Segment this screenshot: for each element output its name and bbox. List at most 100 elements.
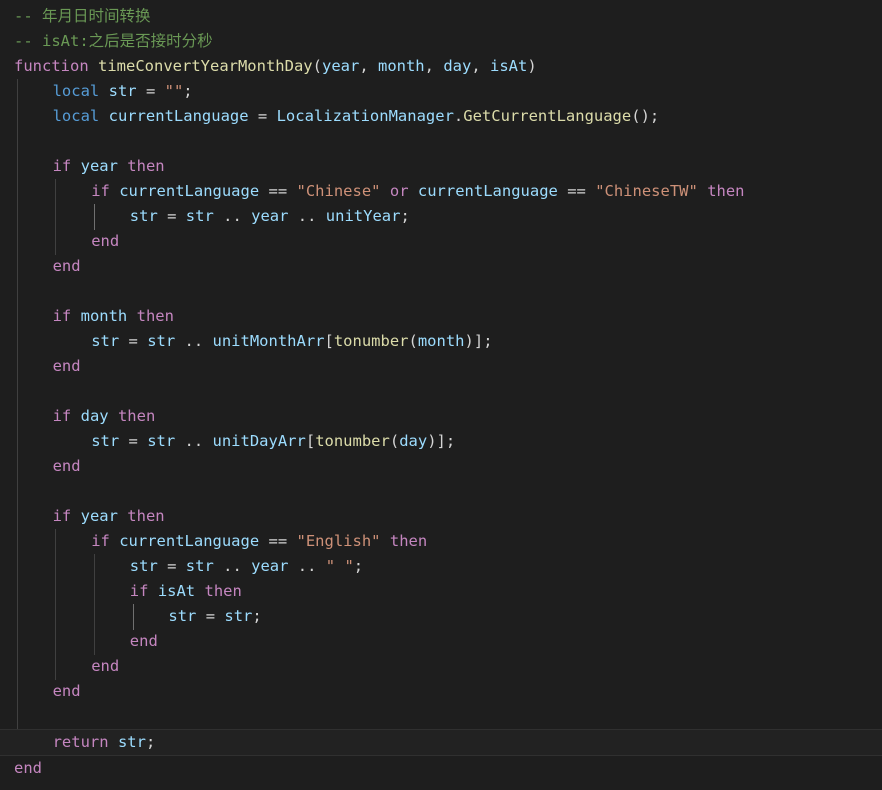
token-str: "Chinese" [296, 182, 381, 200]
code-line[interactable]: if day then [0, 404, 882, 429]
code-line[interactable]: str = str .. unitMonthArr[tonumber(month… [0, 329, 882, 354]
token-pun: [ [324, 332, 334, 350]
token-pun: () [631, 107, 650, 125]
code-line[interactable]: str = str .. unitDayArr[tonumber(day)]; [0, 429, 882, 454]
code-line[interactable]: -- isAt:之后是否接时分秒 [0, 29, 882, 54]
token-var: str [168, 607, 197, 625]
code-line[interactable]: if isAt then [0, 579, 882, 604]
token-str: "English" [296, 532, 381, 550]
token-op [71, 407, 80, 425]
token-kw: or [389, 182, 409, 200]
code-line[interactable]: str = str .. year .. unitYear; [0, 204, 882, 229]
code-editor[interactable]: -- 年月日时间转换 -- isAt:之后是否接时分秒 function timeC… [0, 0, 882, 790]
token-var: str [147, 332, 176, 350]
token-var: str [91, 332, 120, 350]
token-pun: ] [436, 432, 446, 450]
code-line[interactable]: local str = ""; [0, 79, 882, 104]
token-kw: then [389, 532, 428, 550]
code-line[interactable]: end [0, 229, 882, 254]
code-line[interactable]: end [0, 254, 882, 279]
token-str: "ChineseTW" [595, 182, 698, 200]
code-line[interactable]: end [0, 756, 882, 781]
code-line[interactable]: str = str; [0, 604, 882, 629]
code-line[interactable] [0, 279, 882, 304]
token-kw: end [52, 357, 81, 375]
token-var: day [399, 432, 428, 450]
code-line[interactable]: if year then [0, 504, 882, 529]
token-var: month [80, 307, 128, 325]
token-pun: ; [183, 82, 193, 100]
code-line[interactable]: end [0, 354, 882, 379]
code-line[interactable]: if month then [0, 304, 882, 329]
token-pun: , [471, 57, 490, 75]
token-op [698, 182, 707, 200]
code-line[interactable]: if currentLanguage == "English" then [0, 529, 882, 554]
token-op: = [136, 82, 165, 100]
token-pun: ( [312, 57, 322, 75]
token-kw: function [14, 57, 89, 75]
token-var: str [91, 432, 120, 450]
code-line[interactable]: function timeConvertYearMonthDay(year, m… [0, 54, 882, 79]
token-op: = [157, 557, 186, 575]
token-pun: ; [445, 432, 456, 450]
code-line[interactable] [0, 129, 882, 154]
token-kw: end [52, 682, 81, 700]
token-op: = [248, 107, 277, 125]
code-line[interactable]: end [0, 679, 882, 704]
token-fn: tonumber [333, 332, 409, 350]
token-pun: ; [483, 332, 493, 350]
token-op [99, 107, 108, 125]
token-var: str [147, 432, 176, 450]
token-pun: , [424, 57, 444, 75]
code-line[interactable]: end [0, 454, 882, 479]
token-kw: end [129, 632, 158, 650]
token-kw: end [52, 457, 81, 475]
code-line[interactable]: end [0, 654, 882, 679]
token-fn: GetCurrentLanguage [463, 107, 632, 125]
token-kw: if [52, 157, 72, 175]
token-kw: return [52, 733, 109, 751]
token-op [71, 307, 80, 325]
token-cmt: -- 年月日时间转换 [14, 7, 151, 25]
code-line[interactable] [0, 479, 882, 504]
token-op: = [157, 207, 186, 225]
token-fn: timeConvertYearMonthDay [98, 57, 313, 75]
token-pun: ; [252, 607, 262, 625]
token-var: currentLanguage [119, 182, 260, 200]
token-pun: . [453, 107, 464, 125]
token-var: str [117, 733, 146, 751]
token-var: str [129, 207, 158, 225]
code-line[interactable]: if year then [0, 154, 882, 179]
token-kw2: local [52, 107, 100, 125]
token-op [381, 532, 390, 550]
token-op [127, 307, 136, 325]
token-op [118, 157, 127, 175]
token-kw: then [136, 307, 174, 325]
token-op [110, 532, 119, 550]
token-fn: tonumber [315, 432, 390, 450]
token-var: str [185, 207, 214, 225]
token-kw: if [52, 307, 72, 325]
code-content[interactable]: -- 年月日时间转换 -- isAt:之后是否接时分秒 function timeC… [0, 4, 882, 781]
token-kw: then [127, 157, 165, 175]
token-var: str [185, 557, 214, 575]
token-op [71, 507, 80, 525]
token-pun: ] [473, 332, 484, 350]
token-var: currentLanguage [108, 107, 249, 125]
code-line[interactable]: end [0, 629, 882, 654]
token-op: .. [213, 557, 252, 575]
token-str: " " [325, 557, 354, 575]
token-kw: if [52, 507, 72, 525]
token-op: == [259, 532, 297, 550]
code-line[interactable]: return str; [0, 729, 882, 756]
code-line[interactable] [0, 704, 882, 729]
token-op [89, 57, 98, 75]
token-kw: end [91, 657, 120, 675]
code-line[interactable]: local currentLanguage = LocalizationMana… [0, 104, 882, 129]
token-op [109, 733, 118, 751]
code-line[interactable] [0, 379, 882, 404]
code-line[interactable]: -- 年月日时间转换 [0, 4, 882, 29]
code-line[interactable]: str = str .. year .. " "; [0, 554, 882, 579]
token-pun: ; [353, 557, 364, 575]
code-line[interactable]: if currentLanguage == "Chinese" or curre… [0, 179, 882, 204]
